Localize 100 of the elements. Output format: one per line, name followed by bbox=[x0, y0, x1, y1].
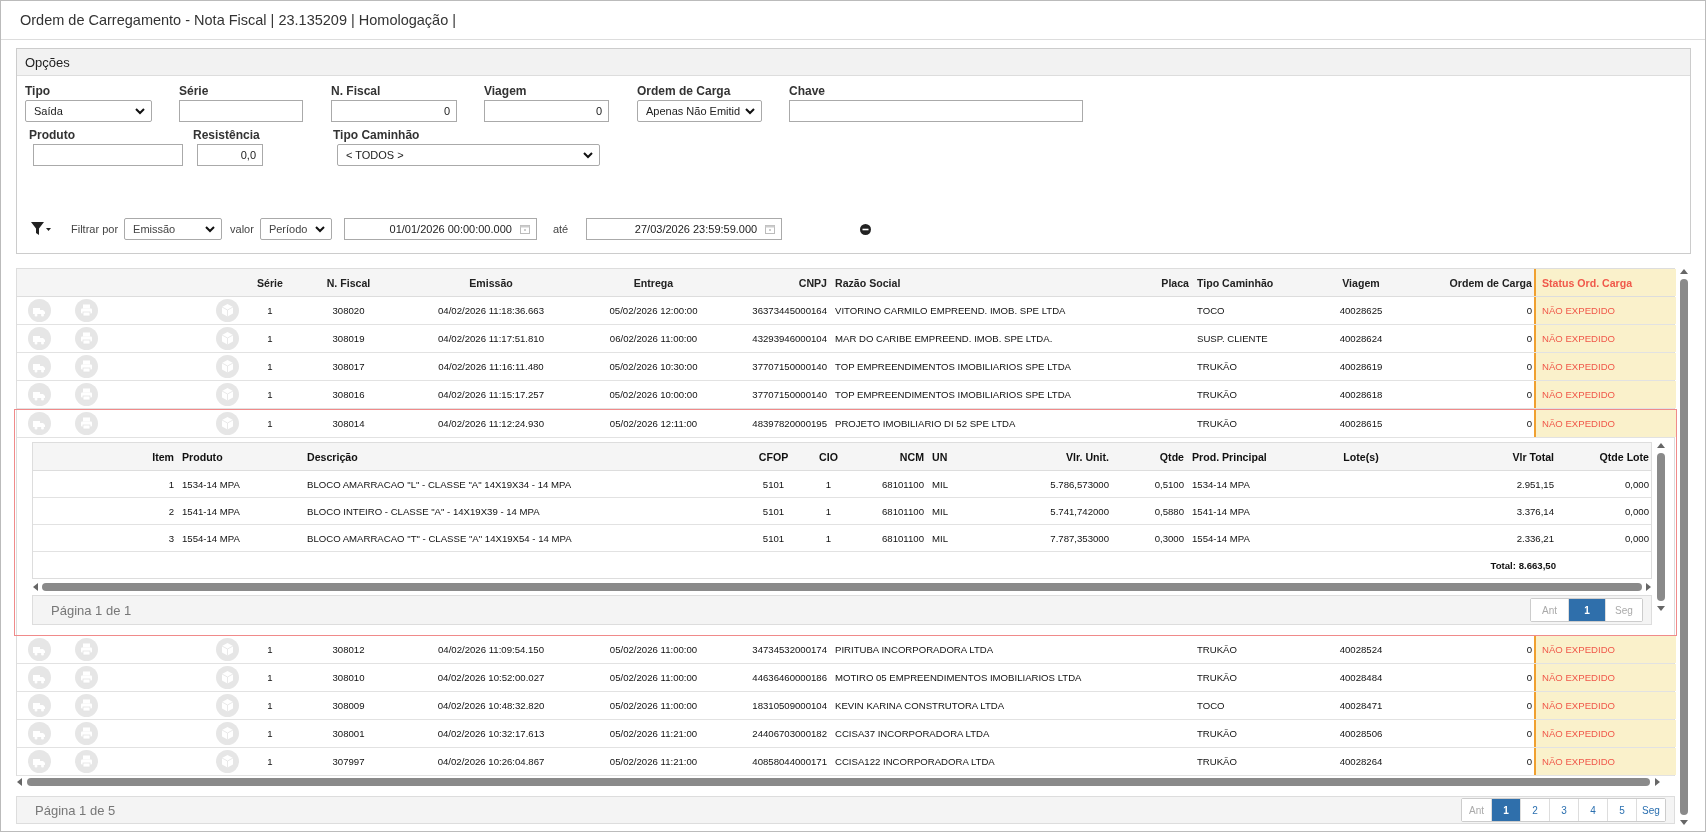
truck-icon[interactable] bbox=[27, 355, 51, 378]
truck-icon[interactable] bbox=[27, 383, 51, 406]
table-cell: 18310509000104 bbox=[752, 700, 827, 711]
box-icon[interactable] bbox=[216, 355, 239, 378]
column-header: CIO bbox=[819, 450, 838, 463]
calendar-icon[interactable] bbox=[765, 224, 776, 234]
right-arrow-icon[interactable] bbox=[1653, 777, 1661, 787]
dropdown[interactable]: Emissão bbox=[124, 218, 223, 240]
truck-icon[interactable] bbox=[27, 666, 51, 689]
table-cell: 36373445000164 bbox=[752, 305, 827, 316]
table-cell: MOTIRO 05 EMPREENDIMENTOS IMOBILIARIOS LTDA bbox=[835, 672, 1082, 683]
down-arrow-icon[interactable] bbox=[1656, 604, 1666, 612]
printer-icon[interactable] bbox=[74, 412, 98, 435]
remove-icon[interactable] bbox=[860, 223, 872, 235]
truck-icon[interactable] bbox=[27, 694, 51, 717]
table-cell: 0 bbox=[1526, 644, 1532, 655]
page-button[interactable]: 2 bbox=[1520, 799, 1549, 821]
expanded-row[interactable] bbox=[14, 409, 1677, 636]
input-field[interactable]: 0 bbox=[484, 100, 609, 122]
table-cell: 1 bbox=[267, 361, 273, 372]
table-cell: 308019 bbox=[332, 333, 365, 344]
table-cell: 05/02/2026 11:21:00 bbox=[609, 728, 698, 739]
truck-icon[interactable] bbox=[27, 299, 51, 322]
table-cell: 40028484 bbox=[1339, 672, 1383, 683]
printer-icon[interactable] bbox=[74, 355, 98, 378]
printer-icon[interactable] bbox=[74, 750, 98, 773]
table-cell: 0,000 bbox=[1625, 505, 1649, 517]
box-icon[interactable] bbox=[216, 722, 239, 745]
page-button[interactable]: Seg bbox=[1636, 799, 1665, 821]
page-button[interactable]: 1 bbox=[1568, 599, 1605, 621]
right-arrow-icon[interactable] bbox=[1644, 582, 1652, 592]
input-field[interactable] bbox=[33, 144, 183, 166]
input-field[interactable]: 0 bbox=[331, 100, 457, 122]
printer-icon[interactable] bbox=[74, 666, 98, 689]
printer-icon[interactable] bbox=[74, 383, 98, 406]
column-header: Lote(s) bbox=[1343, 450, 1379, 463]
table-cell: 24406703000182 bbox=[752, 728, 827, 739]
box-icon[interactable] bbox=[216, 383, 239, 406]
input-field[interactable] bbox=[179, 100, 303, 122]
column-header: Entrega bbox=[633, 276, 674, 289]
table-cell: 0 bbox=[1526, 389, 1532, 400]
box-icon[interactable] bbox=[216, 412, 239, 435]
truck-icon[interactable] bbox=[27, 327, 51, 350]
date-field[interactable]: 27/03/2026 23:59:59.000 bbox=[586, 218, 783, 240]
table-cell: TOCO bbox=[1197, 305, 1225, 316]
box-icon[interactable] bbox=[216, 299, 239, 322]
printer-icon[interactable] bbox=[74, 327, 98, 350]
table-cell: BLOCO AMARRACAO "T" - CLASSE "A" 14X19X54 - 14 MPA bbox=[307, 532, 572, 544]
box-icon[interactable] bbox=[216, 638, 239, 661]
date-field[interactable]: 01/01/2026 00:00:00.000 bbox=[343, 218, 537, 240]
table-cell: MIL bbox=[932, 505, 948, 517]
calendar-icon[interactable] bbox=[519, 224, 530, 234]
truck-icon[interactable] bbox=[27, 638, 51, 661]
table-cell: TRUKÃO bbox=[1197, 756, 1237, 767]
scrollbar-thumb[interactable] bbox=[1657, 453, 1665, 601]
box-icon[interactable] bbox=[216, 666, 239, 689]
page-button[interactable]: 1 bbox=[1491, 799, 1520, 821]
table-cell: 04/02/2026 11:12:24.930 bbox=[438, 418, 544, 429]
down-arrow-icon[interactable] bbox=[1679, 818, 1689, 826]
input-field[interactable] bbox=[789, 100, 1083, 122]
table-cell: 0 bbox=[1526, 361, 1532, 372]
page-button[interactable]: 4 bbox=[1578, 799, 1607, 821]
printer-icon[interactable] bbox=[74, 722, 98, 745]
truck-icon[interactable] bbox=[27, 412, 51, 435]
page-button[interactable]: 3 bbox=[1549, 799, 1578, 821]
dropdown[interactable]: < TODOS > bbox=[337, 144, 600, 166]
left-arrow-icon[interactable] bbox=[16, 777, 24, 787]
table-cell: 04/02/2026 10:52:00.027 bbox=[437, 672, 545, 683]
box-icon[interactable] bbox=[216, 694, 239, 717]
table-cell: 04/02/2026 11:18:36.663 bbox=[438, 305, 544, 316]
status-text: NÃO EXPEDIDO bbox=[1542, 644, 1616, 655]
scrollbar-thumb[interactable] bbox=[1680, 279, 1688, 815]
table-cell: 1554-14 MPA bbox=[182, 532, 240, 544]
dropdown[interactable]: Saída bbox=[25, 100, 152, 122]
box-icon[interactable] bbox=[216, 750, 239, 773]
table-cell: TOCO bbox=[1197, 700, 1225, 711]
table-cell: 2.336,21 bbox=[1516, 532, 1554, 544]
field-label: Chave bbox=[789, 84, 827, 98]
up-arrow-icon[interactable] bbox=[1656, 442, 1666, 450]
dropdown[interactable]: Apenas Não Emitid bbox=[637, 100, 762, 122]
table-cell: 3 bbox=[168, 532, 174, 544]
truck-icon[interactable] bbox=[27, 722, 51, 745]
filter-icon[interactable] bbox=[31, 222, 51, 236]
input-field[interactable]: 0,0 bbox=[197, 144, 263, 166]
field-label: Produto bbox=[29, 128, 76, 142]
table-cell: TOP EMPREENDIMENTOS IMOBILIARIOS SPE LTDA bbox=[835, 361, 1071, 372]
printer-icon[interactable] bbox=[74, 638, 98, 661]
printer-icon[interactable] bbox=[74, 299, 98, 322]
box-icon[interactable] bbox=[216, 327, 239, 350]
scrollbar-thumb[interactable] bbox=[42, 583, 1642, 591]
page-button[interactable]: 5 bbox=[1607, 799, 1636, 821]
table-cell: 0,5880 bbox=[1154, 505, 1184, 517]
left-arrow-icon[interactable] bbox=[32, 582, 40, 592]
up-arrow-icon[interactable] bbox=[1679, 268, 1689, 276]
table-cell: 1 bbox=[267, 418, 273, 429]
scrollbar-thumb[interactable] bbox=[27, 778, 1650, 786]
printer-icon[interactable] bbox=[74, 694, 98, 717]
table-cell: 44636460000186 bbox=[752, 672, 827, 683]
dropdown[interactable]: Período bbox=[259, 218, 332, 240]
chevron-icon bbox=[314, 225, 325, 233]
